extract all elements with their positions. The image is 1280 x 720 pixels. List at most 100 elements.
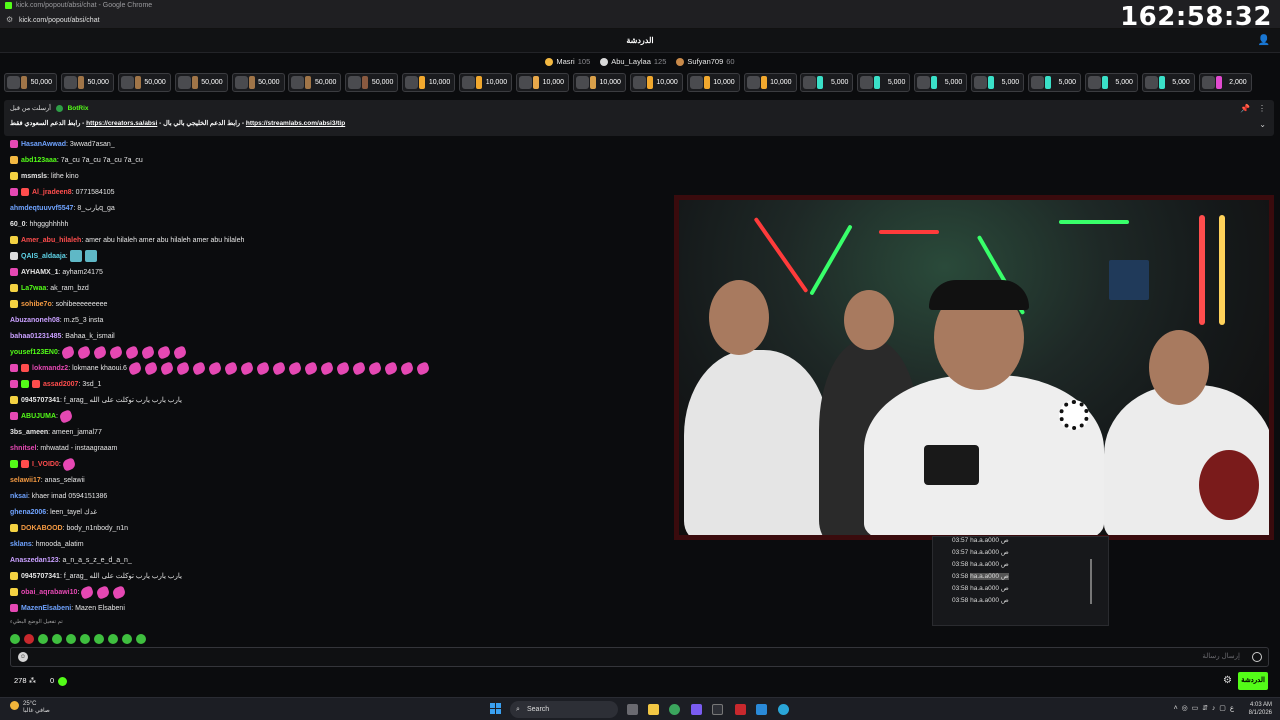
- gift-item[interactable]: 50,000: [288, 73, 342, 92]
- gear-icon[interactable]: ⚙: [1223, 672, 1232, 690]
- chat-username[interactable]: La7waa: [21, 285, 46, 292]
- taskbar-search[interactable]: ⌕ Search: [510, 701, 618, 718]
- floating-list-row[interactable]: 03:58 ha.a.a000 ص: [933, 559, 1108, 571]
- gift-item[interactable]: 5,000: [914, 73, 968, 92]
- quick-emote-icon[interactable]: [94, 633, 104, 644]
- gift-item[interactable]: 5,000: [857, 73, 911, 92]
- floating-list-row[interactable]: 03:58 ha.a.a000 ص: [933, 583, 1108, 595]
- user-badge-icon[interactable]: [10, 284, 18, 293]
- chrome-icon[interactable]: [669, 704, 680, 715]
- leaderboard-entry[interactable]: Sufyan709 60: [676, 54, 735, 70]
- quick-emote-icon[interactable]: [136, 633, 146, 644]
- gift-item[interactable]: 50,000: [117, 73, 171, 92]
- chat-username[interactable]: Amer_abu_hilaleh: [21, 237, 81, 244]
- chat-username[interactable]: selawii17: [10, 477, 41, 484]
- chat-username[interactable]: 0945707341: [21, 573, 60, 580]
- user-badge-icon[interactable]: [32, 380, 40, 389]
- smile-icon[interactable]: [1252, 652, 1262, 662]
- user-badge-icon[interactable]: [10, 364, 18, 373]
- chat-username[interactable]: bahaa01231485: [10, 333, 61, 340]
- gift-item[interactable]: 10,000: [686, 73, 740, 92]
- chat-username[interactable]: ahmdeqtuuvvf5547: [10, 205, 73, 212]
- chat-username[interactable]: sklans: [10, 541, 32, 548]
- quick-emote-icon[interactable]: [108, 633, 118, 644]
- pinned-link-1[interactable]: https://creators.sa/absi: [86, 120, 157, 127]
- leaderboard-entry[interactable]: Masri 105: [545, 54, 590, 70]
- pinned-link-2[interactable]: https://streamlabs.com/absi3/tip: [246, 120, 345, 127]
- chat-username[interactable]: shnitsel: [10, 445, 36, 452]
- chat-username[interactable]: ABUJUMA: [21, 413, 56, 420]
- gift-item[interactable]: 10,000: [402, 73, 456, 92]
- gift-item[interactable]: 10,000: [516, 73, 570, 92]
- chat-username[interactable]: MazenElsabeni: [21, 605, 71, 612]
- chat-input-placeholder[interactable]: إرسال رسالة: [1202, 652, 1240, 660]
- chat-input[interactable]: ☺ إرسال رسالة: [10, 647, 1269, 667]
- gift-item[interactable]: 5,000: [1028, 73, 1082, 92]
- leaderboard-entry[interactable]: Abu_Laylaa 125: [600, 54, 666, 70]
- gift-item[interactable]: 5,000: [971, 73, 1025, 92]
- chat-username[interactable]: sohibe7o: [21, 301, 52, 308]
- chat-username[interactable]: QAIS_aldaaja: [21, 253, 66, 260]
- chat-username[interactable]: AYHAMX_1: [21, 269, 58, 276]
- edge-icon[interactable]: [778, 704, 789, 715]
- user-badge-icon[interactable]: [21, 460, 29, 469]
- floating-list-row[interactable]: 03:58 ha.a.a000 ص: [933, 595, 1108, 607]
- video-overlay[interactable]: [674, 195, 1274, 540]
- user-settings-icon[interactable]: 👤: [1258, 35, 1270, 47]
- user-badge-icon[interactable]: [21, 380, 29, 389]
- user-badge-icon[interactable]: [10, 604, 18, 613]
- quick-emote-icon[interactable]: [24, 633, 34, 644]
- gift-item[interactable]: 50,000: [4, 73, 57, 92]
- chat-username[interactable]: Abuzanoneh08: [10, 317, 60, 324]
- user-badge-icon[interactable]: [10, 252, 18, 261]
- user-badge-icon[interactable]: [10, 236, 18, 245]
- file-explorer-icon[interactable]: [648, 704, 659, 715]
- chat-username[interactable]: yousef123EN0: [10, 349, 58, 356]
- chat-username[interactable]: ghena2006: [10, 509, 46, 516]
- url-text[interactable]: kick.com/popout/absi/chat: [19, 17, 100, 24]
- chat-username[interactable]: 60_0: [10, 221, 26, 228]
- quick-emote-icon[interactable]: [66, 633, 76, 644]
- user-badge-icon[interactable]: [10, 396, 18, 405]
- app-icon[interactable]: [735, 704, 746, 715]
- pin-icon[interactable]: 📌: [1240, 104, 1250, 113]
- quick-emote-icon[interactable]: [122, 633, 132, 644]
- user-badge-icon[interactable]: [10, 524, 18, 533]
- channel-points[interactable]: 0: [50, 672, 68, 690]
- quick-emote-icon[interactable]: [80, 633, 90, 644]
- user-badge-icon[interactable]: [10, 300, 18, 309]
- user-badge-icon[interactable]: [10, 460, 18, 469]
- taskbar-clock[interactable]: 4:03 AM 8/1/2026: [1249, 701, 1272, 717]
- more-options-icon[interactable]: ⋮: [1258, 104, 1266, 113]
- quick-emote-icon[interactable]: [38, 633, 48, 644]
- user-badge-icon[interactable]: [10, 172, 18, 181]
- chat-username[interactable]: DOKABOOD: [21, 525, 63, 532]
- gift-item[interactable]: 10,000: [743, 73, 797, 92]
- chat-username[interactable]: nksai: [10, 493, 28, 500]
- gift-item[interactable]: 5,000: [1141, 73, 1195, 92]
- floating-list-row[interactable]: 03:57 ha.a.a000 ص: [933, 547, 1108, 559]
- emote-picker-icon[interactable]: ☺: [18, 652, 28, 662]
- gift-item[interactable]: 50,000: [345, 73, 399, 92]
- chat-username[interactable]: assad2007: [43, 381, 78, 388]
- user-badge-icon[interactable]: [10, 188, 18, 197]
- gift-item[interactable]: 10,000: [629, 73, 683, 92]
- floating-list-scrollbar[interactable]: [1090, 559, 1092, 604]
- chat-username[interactable]: Anaszedan123: [10, 557, 59, 564]
- pinned-message[interactable]: أرسلت من قبل BotRix رابط الدعم السعودي ف…: [4, 100, 1274, 136]
- gift-item[interactable]: 5,000: [800, 73, 854, 92]
- gift-item[interactable]: 5,000: [1084, 73, 1138, 92]
- user-badge-icon[interactable]: [10, 156, 18, 165]
- gift-item[interactable]: 50,000: [174, 73, 228, 92]
- chat-username[interactable]: 3bs_ameen: [10, 429, 48, 436]
- user-badge-icon[interactable]: [21, 364, 29, 373]
- quick-emote-icon[interactable]: [10, 633, 20, 644]
- user-badge-icon[interactable]: [10, 140, 18, 149]
- gift-item[interactable]: 2,000: [1198, 73, 1252, 92]
- gift-item[interactable]: 10,000: [572, 73, 626, 92]
- steam-icon[interactable]: [756, 704, 767, 715]
- windows-start-icon[interactable]: [490, 703, 502, 715]
- floating-message-list[interactable]: 03:57 ha.a.a000 ص 03:57 ha.a.a000 ص 03:58 …: [932, 536, 1109, 626]
- gift-item[interactable]: 10,000: [459, 73, 513, 92]
- chevron-down-icon[interactable]: ⌄: [1259, 120, 1266, 129]
